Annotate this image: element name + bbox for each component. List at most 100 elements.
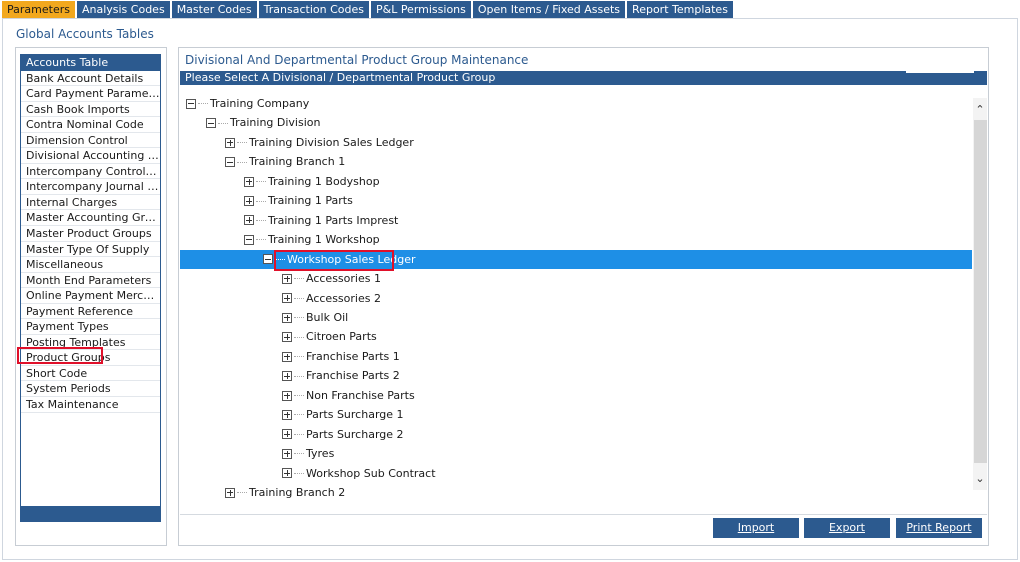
left-list-item[interactable]: Master Type Of Supply xyxy=(21,242,160,258)
tab-analysis-codes[interactable]: Analysis Codes xyxy=(76,1,170,18)
left-list-item[interactable]: Intercompany Journal Co... xyxy=(21,179,160,195)
tree-connector xyxy=(294,278,304,280)
tab-pl-permissions[interactable]: P&L Permissions xyxy=(370,1,471,18)
collapse-icon[interactable] xyxy=(186,98,196,109)
left-list-item[interactable]: Product Groups xyxy=(21,350,160,366)
tree-scrollbar-thumb[interactable] xyxy=(974,120,987,463)
expand-icon[interactable] xyxy=(282,332,292,343)
tree-node-label: Bulk Oil xyxy=(306,310,349,324)
left-list-item[interactable]: Internal Charges xyxy=(21,195,160,211)
expand-icon[interactable] xyxy=(282,390,292,401)
left-list-item[interactable]: Card Payment Parameters xyxy=(21,86,160,102)
tree-node[interactable]: Training 1 Workshop xyxy=(180,230,972,250)
expand-icon[interactable] xyxy=(282,293,292,304)
tree-connector xyxy=(294,317,304,319)
tab-parameters[interactable]: Parameters xyxy=(2,1,75,18)
page-title: Global Accounts Tables xyxy=(16,27,154,41)
tree-connector xyxy=(218,122,228,124)
tree-node[interactable]: Training 1 Bodyshop xyxy=(180,172,972,192)
expand-icon[interactable] xyxy=(282,273,292,284)
collapse-icon[interactable] xyxy=(225,157,235,168)
tree-node-label: Non Franchise Parts xyxy=(306,388,415,402)
expand-icon[interactable] xyxy=(244,215,254,226)
top-tab-bar: Parameters Analysis Codes Master Codes T… xyxy=(2,1,735,18)
left-list-item[interactable]: Contra Nominal Code xyxy=(21,117,160,133)
left-list-item[interactable]: Online Payment Merchants xyxy=(21,288,160,304)
left-list-item[interactable]: Payment Types xyxy=(21,319,160,335)
collapse-icon[interactable] xyxy=(206,118,216,129)
left-list-item[interactable]: Posting Templates xyxy=(21,335,160,351)
tree-node[interactable]: Training Division Sales Ledger xyxy=(180,133,972,153)
tree-node-label: Training 1 Parts Imprest xyxy=(268,213,399,227)
tree-node[interactable]: Non Franchise Parts xyxy=(180,386,972,406)
left-list-item[interactable]: System Periods xyxy=(21,381,160,398)
list-footer-bar xyxy=(21,506,160,521)
prompt-bar-notch xyxy=(906,71,974,73)
expand-icon[interactable] xyxy=(282,448,292,459)
tab-open-items-fixed-assets[interactable]: Open Items / Fixed Assets xyxy=(472,1,626,18)
tab-transaction-codes[interactable]: Transaction Codes xyxy=(258,1,369,18)
tree-node[interactable]: Training Branch 1 xyxy=(180,152,972,172)
tree-connector xyxy=(256,219,266,221)
tab-master-codes[interactable]: Master Codes xyxy=(171,1,257,18)
expand-icon[interactable] xyxy=(282,429,292,440)
collapse-icon[interactable] xyxy=(244,234,254,245)
tree-node-label: Training Branch 1 xyxy=(249,155,346,169)
tree-node[interactable]: Workshop Sub Contract xyxy=(180,464,972,484)
tree-node-label: Training Company xyxy=(210,97,310,110)
tree-node[interactable]: Training Branch 2 xyxy=(180,483,972,498)
expand-icon[interactable] xyxy=(282,468,292,479)
tree-node[interactable]: Training Company xyxy=(180,94,972,114)
tree-node[interactable]: Parts Surcharge 1 xyxy=(180,405,972,425)
left-list-item[interactable]: Accounts Table xyxy=(21,55,160,71)
scroll-down-icon[interactable]: ⌄ xyxy=(973,472,987,486)
tree-node[interactable]: Franchise Parts 2 xyxy=(180,366,972,386)
expand-icon[interactable] xyxy=(282,312,292,323)
collapse-icon[interactable] xyxy=(263,254,273,265)
left-list-item[interactable]: Dimension Control xyxy=(21,133,160,149)
left-list-item[interactable]: Cash Book Imports xyxy=(21,102,160,118)
scroll-up-icon[interactable]: ⌃ xyxy=(973,103,987,117)
expand-icon[interactable] xyxy=(282,371,292,382)
tree-node[interactable]: Bulk Oil xyxy=(180,308,972,328)
export-button[interactable]: Export xyxy=(804,518,890,538)
tree-node-label: Parts Surcharge 2 xyxy=(306,427,404,441)
tree-node-label: Franchise Parts 2 xyxy=(306,369,400,383)
left-list-item[interactable]: Master Accounting Groups xyxy=(21,210,160,227)
tree-node[interactable]: Tyres xyxy=(180,444,972,464)
expand-icon[interactable] xyxy=(282,409,292,420)
tree-connector xyxy=(275,258,285,260)
tree-node[interactable]: Training Division xyxy=(180,113,972,133)
expand-icon[interactable] xyxy=(244,176,254,187)
tree-node[interactable]: Workshop Sales Ledger xyxy=(180,249,972,270)
tree-connector xyxy=(294,375,304,377)
expand-icon[interactable] xyxy=(282,351,292,362)
expand-icon[interactable] xyxy=(225,137,235,148)
print-report-button[interactable]: Print Report xyxy=(896,518,982,538)
expand-icon[interactable] xyxy=(244,196,254,206)
tree-node[interactable]: Parts Surcharge 2 xyxy=(180,425,972,445)
import-button[interactable]: Import xyxy=(713,518,799,538)
tree-node-label: Training Division Sales Ledger xyxy=(249,135,414,149)
tree-node[interactable]: Franchise Parts 1 xyxy=(180,347,972,367)
left-list-item[interactable]: Payment Reference xyxy=(21,304,160,320)
left-list-item[interactable]: Bank Account Details xyxy=(21,71,160,87)
left-list-item[interactable]: Intercompany Control Co... xyxy=(21,164,160,180)
product-group-tree: Training Company Training Division Trainin… xyxy=(180,94,972,498)
tree-node[interactable]: Training 1 Parts Imprest xyxy=(180,211,972,231)
tree-node[interactable]: Citroen Parts xyxy=(180,327,972,347)
tree-node[interactable]: Accessories 2 xyxy=(180,289,972,309)
expand-icon[interactable] xyxy=(225,487,235,498)
left-list-item[interactable]: Divisional Accounting Gro... xyxy=(21,148,160,164)
left-list-item[interactable]: Master Product Groups xyxy=(21,226,160,242)
tab-report-templates[interactable]: Report Templates xyxy=(627,1,733,18)
tree-connector xyxy=(237,492,247,494)
tree-node[interactable]: Accessories 1 xyxy=(180,269,972,289)
left-list-item[interactable]: Month End Parameters xyxy=(21,273,160,289)
tree-node[interactable]: Training 1 Parts xyxy=(180,191,972,211)
left-list-item[interactable]: Tax Maintenance xyxy=(21,397,160,413)
left-list-item[interactable]: Miscellaneous xyxy=(21,257,160,273)
tree-node-label: Training Branch 2 xyxy=(249,486,346,498)
left-list-item[interactable]: Short Code xyxy=(21,366,160,382)
tree-node-label: Training 1 Parts xyxy=(268,194,353,208)
